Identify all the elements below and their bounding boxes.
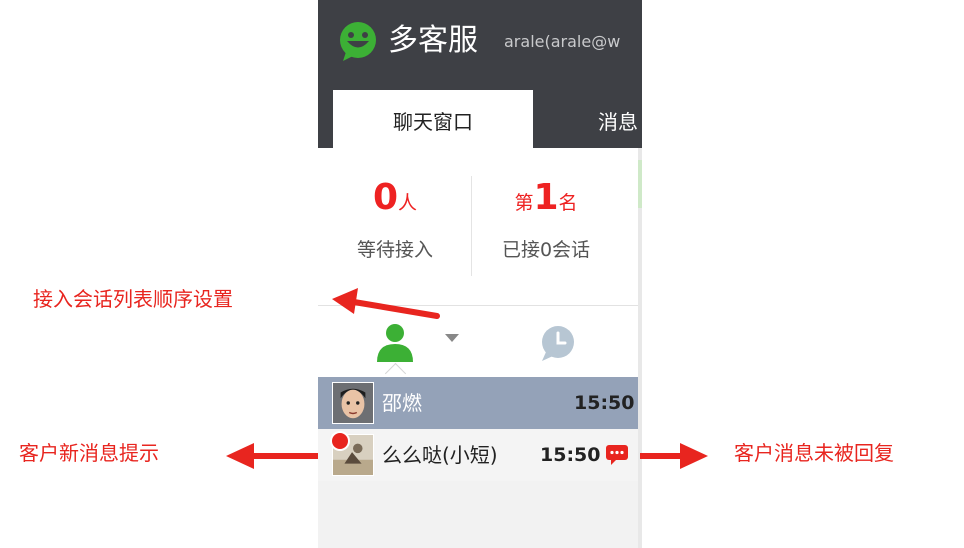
rank-prefix: 第 [514, 192, 534, 214]
panel-border [638, 148, 642, 548]
rank-number: 1 [533, 177, 559, 218]
waiting-unit: 人 [398, 192, 418, 214]
arrow-left-icon [332, 288, 440, 319]
arrow-left-icon [226, 443, 318, 469]
session-time: 15:50 [540, 444, 601, 466]
session-time: 15:50 [574, 392, 635, 414]
session-name: 么么哒(小短) [382, 443, 498, 467]
rank-unit: 名 [558, 192, 578, 214]
person-icon[interactable] [376, 322, 414, 362]
tab-chat-window[interactable]: 聊天窗口 [333, 90, 533, 148]
smiley-logo-icon [340, 22, 376, 61]
waiting-label: 等待接入 [356, 239, 433, 261]
new-message-dot [332, 433, 348, 449]
annotation-new-message: 客户新消息提示 [19, 441, 159, 465]
annotation-unreplied: 客户消息未被回复 [734, 441, 894, 465]
account-label: arale(arale@w [504, 32, 621, 51]
main-panel: 0人 等待接入 第1名 已接0会话 邵燃 15:50 么么哒(小短) 15:50 [318, 148, 642, 548]
avatar [332, 382, 374, 424]
arrow-right-icon [640, 443, 708, 469]
app-header: 多客服 arale(arale@w 聊天窗口 消息 [318, 0, 642, 148]
tab-messages[interactable]: 消息 [598, 90, 642, 148]
clock-icon[interactable] [538, 326, 578, 362]
panel-edge-highlight [638, 160, 642, 208]
rank-stat: 第1名 已接0会话 [471, 178, 621, 262]
app-title: 多客服 [388, 23, 478, 58]
unreplied-message-icon [606, 445, 628, 465]
rank-label: 已接0会话 [501, 239, 591, 261]
waiting-count: 0 [372, 177, 399, 218]
session-row[interactable]: 么么哒(小短) 15:50 [318, 429, 638, 481]
annotation-sort-setting: 接入会话列表顺序设置 [33, 287, 233, 311]
session-row[interactable]: 邵燃 15:50 [318, 377, 638, 429]
customer-service-window: 多客服 arale(arale@w 聊天窗口 消息 0人 等待接入 第1名 已接… [318, 0, 642, 548]
waiting-stat: 0人 等待接入 [320, 178, 470, 262]
chevron-down-icon[interactable] [445, 334, 459, 342]
session-list: 邵燃 15:50 么么哒(小短) 15:50 [318, 377, 638, 548]
session-name: 邵燃 [382, 391, 422, 415]
